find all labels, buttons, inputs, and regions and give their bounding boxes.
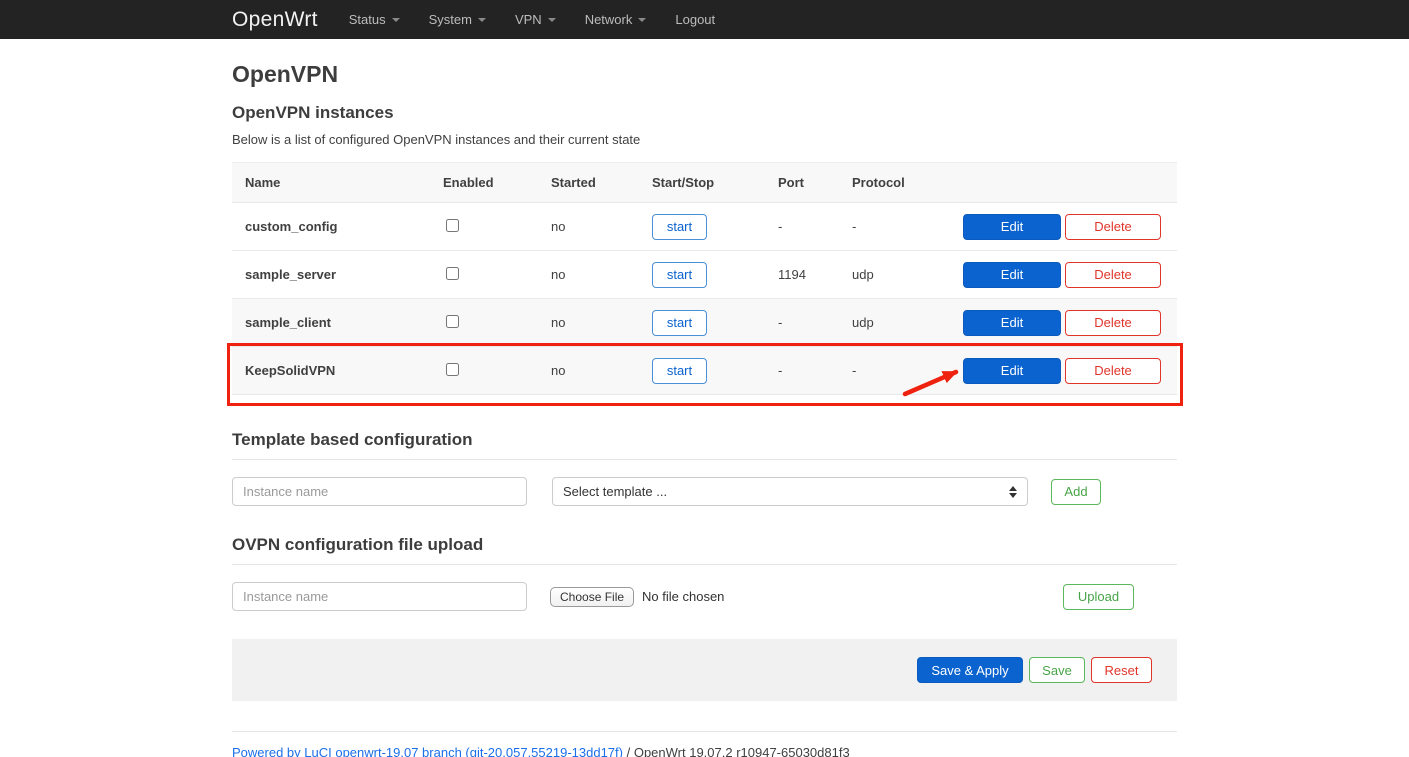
nav-item-label: Status [349,12,386,27]
page-footer: Powered by LuCI openwrt-19.07 branch (gi… [232,731,1177,757]
nav-item-status[interactable]: Status [349,12,400,27]
luci-footer-link[interactable]: Powered by LuCI openwrt-19.07 branch (gi… [232,745,623,757]
column-header-started: Started [551,175,652,190]
delete-button[interactable]: Delete [1065,262,1161,288]
delete-button[interactable]: Delete [1065,214,1161,240]
select-spinner-icon [1009,486,1017,498]
enabled-checkbox[interactable] [446,219,459,232]
nav-menu: Status System VPN Network Logout [349,12,715,27]
upload-form-row: Choose File No file chosen Upload [232,582,1177,611]
column-header-name: Name [232,175,443,190]
port-value: 1194 [778,267,852,282]
chevron-down-icon [478,18,486,22]
nav-item-network[interactable]: Network [585,12,647,27]
instances-section-description: Below is a list of configured OpenVPN in… [232,132,1177,148]
instances-section-title: OpenVPN instances [232,103,1177,123]
template-section-title: Template based configuration [232,430,1177,450]
main-content: OpenVPN OpenVPN instances Below is a lis… [232,60,1177,757]
chevron-down-icon [638,18,646,22]
protocol-value: - [852,363,963,378]
nav-item-label: System [429,12,472,27]
started-status: no [551,315,652,330]
upload-section-title: OVPN configuration file upload [232,535,1177,555]
edit-button[interactable]: Edit [963,358,1061,384]
started-status: no [551,267,652,282]
port-value: - [778,315,852,330]
edit-button[interactable]: Edit [963,262,1061,288]
nav-item-system[interactable]: System [429,12,486,27]
instance-name: sample_client [232,315,443,330]
delete-button[interactable]: Delete [1065,358,1161,384]
enabled-checkbox[interactable] [446,315,459,328]
nav-item-logout[interactable]: Logout [675,12,715,27]
nav-item-vpn[interactable]: VPN [515,12,556,27]
instance-name: custom_config [232,219,443,234]
chevron-down-icon [548,18,556,22]
table-row: sample_server no start 1194 udp Edit Del… [232,250,1177,298]
column-header-enabled: Enabled [443,175,551,190]
no-file-chosen-label: No file chosen [642,589,724,604]
nav-item-label: VPN [515,12,542,27]
choose-file-button[interactable]: Choose File [550,587,634,607]
template-select-value: Select template ... [563,484,1009,499]
table-row: custom_config no start - - Edit Delete [232,202,1177,250]
action-bar: Save & Apply Save Reset [232,639,1177,701]
openwrt-logo[interactable]: OpenWrt [232,8,318,32]
protocol-value: - [852,219,963,234]
start-button[interactable]: start [652,262,707,288]
footer-version-text: OpenWrt 19.07.2 r10947-65030d81f3 [634,745,850,757]
instance-name: sample_server [232,267,443,282]
start-button[interactable]: start [652,214,707,240]
save-button[interactable]: Save [1029,657,1085,683]
page-title: OpenVPN [232,60,1177,88]
started-status: no [551,219,652,234]
nav-item-label: Logout [675,12,715,27]
port-value: - [778,363,852,378]
column-header-protocol: Protocol [852,175,963,190]
column-header-startstop: Start/Stop [652,175,778,190]
enabled-checkbox[interactable] [446,267,459,280]
template-select[interactable]: Select template ... [552,477,1028,506]
add-button[interactable]: Add [1051,479,1101,505]
protocol-value: udp [852,315,963,330]
start-button[interactable]: start [652,358,707,384]
template-instance-name-input[interactable] [232,477,527,506]
table-row: sample_client no start - udp Edit Delete [232,298,1177,346]
start-button[interactable]: start [652,310,707,336]
table-header-row: Name Enabled Started Start/Stop Port Pro… [232,162,1177,202]
instance-name: KeepSolidVPN [232,363,443,378]
save-apply-button[interactable]: Save & Apply [917,657,1023,683]
edit-button[interactable]: Edit [963,310,1061,336]
enabled-checkbox[interactable] [446,363,459,376]
nav-item-label: Network [585,12,633,27]
edit-button[interactable]: Edit [963,214,1061,240]
top-navbar: OpenWrt Status System VPN Network Logout [0,0,1409,39]
upload-button[interactable]: Upload [1063,584,1134,610]
reset-button[interactable]: Reset [1091,657,1152,683]
upload-instance-name-input[interactable] [232,582,527,611]
template-form-row: Select template ... Add [232,477,1177,506]
footer-separator: / [623,745,634,757]
table-row-highlighted: KeepSolidVPN no start - - Edit Delete [232,346,1177,394]
chevron-down-icon [392,18,400,22]
divider [232,459,1177,460]
started-status: no [551,363,652,378]
divider [232,564,1177,565]
delete-button[interactable]: Delete [1065,310,1161,336]
port-value: - [778,219,852,234]
instances-table: Name Enabled Started Start/Stop Port Pro… [232,162,1177,395]
protocol-value: udp [852,267,963,282]
column-header-port: Port [778,175,852,190]
